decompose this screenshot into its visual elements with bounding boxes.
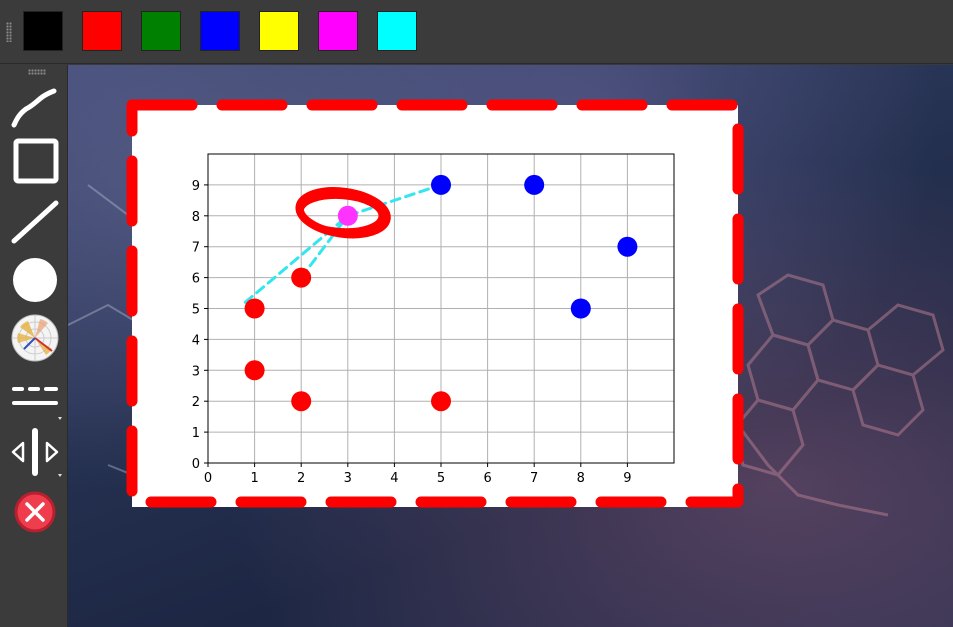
image-stamp-tool[interactable] bbox=[8, 313, 62, 365]
x-tick-label: 4 bbox=[390, 471, 398, 486]
y-tick-label: 2 bbox=[192, 395, 200, 410]
yellow-swatch[interactable] bbox=[259, 11, 299, 51]
cyan-swatch[interactable] bbox=[377, 11, 417, 51]
scatter-point bbox=[524, 174, 545, 195]
y-tick-label: 4 bbox=[192, 333, 200, 348]
circle-icon bbox=[13, 258, 57, 302]
scatter-point bbox=[617, 236, 638, 257]
close-icon bbox=[14, 491, 56, 533]
tool-toolbar bbox=[0, 65, 68, 627]
y-tick-label: 5 bbox=[192, 303, 200, 318]
annotation-overlay[interactable]: 0 1 2 3 4 5 6 7 8 9 0 1 2 3 4 5 6 7 8 9 bbox=[68, 65, 953, 627]
magenta-swatch[interactable] bbox=[318, 11, 358, 51]
resize-horizontal-icon bbox=[11, 428, 62, 477]
y-tick-label: 1 bbox=[192, 426, 200, 441]
line-tool[interactable] bbox=[8, 197, 62, 249]
x-tick-label: 1 bbox=[250, 471, 258, 486]
x-tick-label: 5 bbox=[437, 471, 445, 486]
scatter-point bbox=[244, 360, 265, 381]
y-tick-label: 6 bbox=[192, 272, 200, 287]
x-tick-label: 2 bbox=[297, 471, 305, 486]
y-tick-label: 3 bbox=[192, 364, 200, 379]
scatter-point bbox=[337, 205, 358, 226]
line-icon bbox=[11, 200, 59, 244]
toolbar-grip-handle[interactable] bbox=[28, 69, 46, 75]
freehand-tool[interactable] bbox=[8, 85, 62, 137]
x-tick-label: 8 bbox=[577, 471, 585, 486]
scatter-point bbox=[291, 267, 312, 288]
line-style-tool[interactable] bbox=[8, 373, 62, 425]
scatter-point bbox=[570, 298, 591, 319]
black-swatch[interactable] bbox=[23, 11, 63, 51]
y-tick-label: 7 bbox=[192, 241, 200, 256]
x-tick-label: 9 bbox=[623, 471, 631, 486]
blue-swatch[interactable] bbox=[200, 11, 240, 51]
y-tick-label: 9 bbox=[192, 179, 200, 194]
green-swatch[interactable] bbox=[141, 11, 181, 51]
x-tick-label: 0 bbox=[204, 471, 212, 486]
scatter-point bbox=[431, 391, 451, 412]
width-tool[interactable] bbox=[8, 427, 62, 479]
scatter-point bbox=[291, 391, 312, 412]
curve-icon bbox=[11, 88, 57, 128]
x-tick-label: 3 bbox=[344, 471, 352, 486]
toolbar-grip-handle[interactable] bbox=[6, 22, 12, 42]
scatter-point bbox=[244, 298, 265, 319]
circle-tool[interactable] bbox=[8, 255, 62, 307]
red-swatch[interactable] bbox=[82, 11, 122, 51]
x-tick-label: 6 bbox=[483, 471, 491, 486]
close-tool[interactable] bbox=[8, 489, 62, 541]
polar-chart-icon bbox=[11, 314, 59, 362]
rectangle-tool[interactable] bbox=[8, 137, 62, 189]
scatter-point bbox=[431, 174, 451, 195]
desktop-background: 0 1 2 3 4 5 6 7 8 9 0 1 2 3 4 5 6 7 8 9 bbox=[68, 65, 953, 627]
square-icon bbox=[13, 138, 59, 184]
y-tick-label: 0 bbox=[192, 457, 200, 472]
y-tick-label: 8 bbox=[192, 210, 200, 225]
plot-screenshot-image bbox=[132, 105, 738, 507]
dashed-line-icon bbox=[12, 387, 62, 420]
color-toolbar bbox=[0, 0, 953, 64]
x-tick-label: 7 bbox=[530, 471, 538, 486]
